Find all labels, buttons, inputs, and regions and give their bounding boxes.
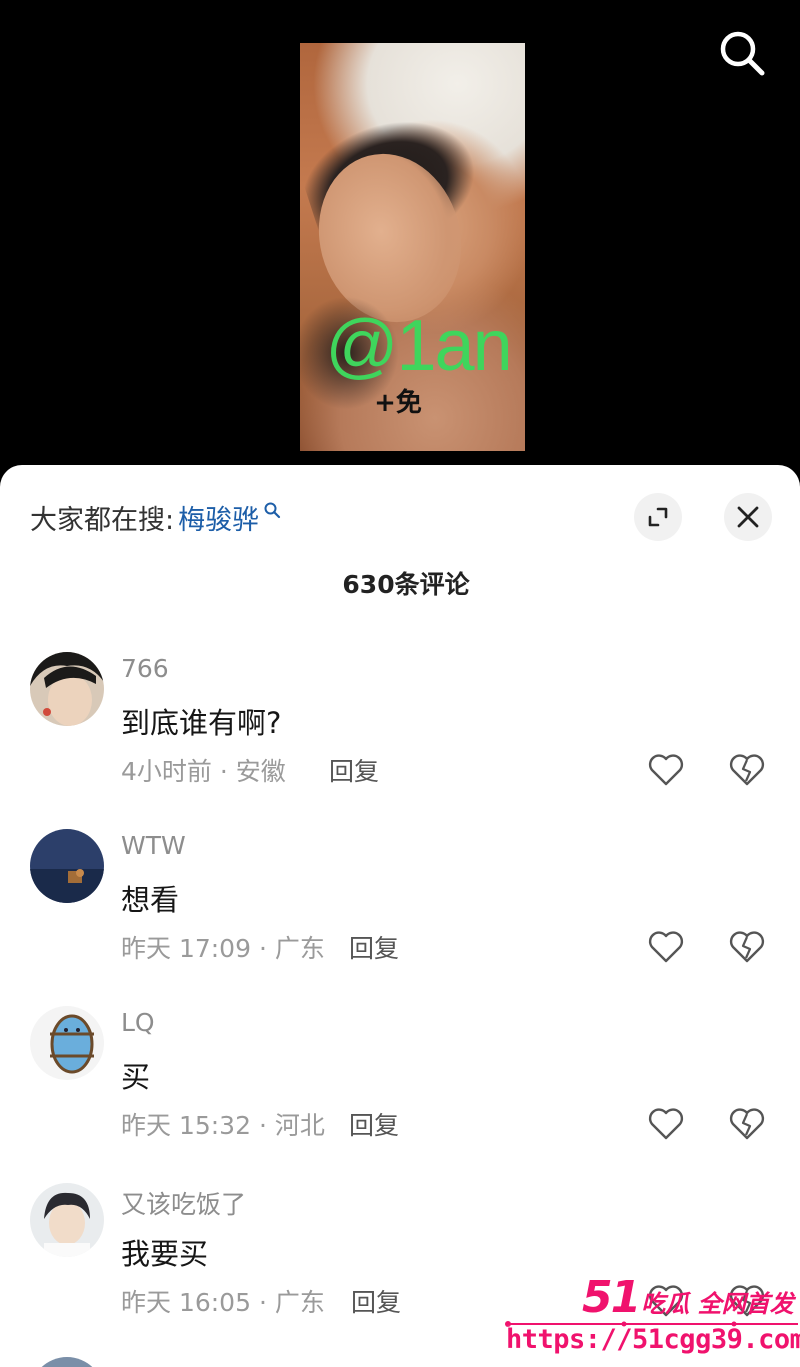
video-player[interactable]: @1an +免 <box>0 0 800 500</box>
avatar-image <box>30 1006 104 1080</box>
comment-item: 766 到底谁有啊? 4小时前 · 安徽 回复 <box>0 652 800 812</box>
avatar[interactable] <box>30 829 104 903</box>
reply-button[interactable]: 回复 <box>329 752 379 788</box>
avatar[interactable] <box>30 1357 104 1367</box>
watermark-brand: 51吃瓜 全网首发 <box>582 1272 797 1324</box>
comment-sheet: 大家都在搜: 梅骏骅 630条评论 766 到底谁有啊? 4小时前 · 安徽 回… <box>0 465 800 1367</box>
avatar-image <box>30 652 104 726</box>
video-overlay-subtext: +免 <box>374 388 422 418</box>
comment-meta: 昨天 17:09 · 广东 <box>121 934 325 963</box>
expand-icon <box>648 507 668 527</box>
search-button[interactable] <box>712 24 772 84</box>
avatar-image <box>30 829 104 903</box>
avatar[interactable] <box>30 652 104 726</box>
search-small-icon <box>264 502 281 519</box>
video-overlay-handle: @1an <box>325 306 512 386</box>
like-button[interactable] <box>646 927 686 967</box>
expand-button[interactable] <box>634 493 682 541</box>
reply-button[interactable]: 回复 <box>349 929 399 965</box>
watermark-brand-number: 51 <box>582 1272 641 1323</box>
heart-icon <box>648 1108 684 1140</box>
comment-text: 到底谁有啊? <box>121 706 282 740</box>
close-icon <box>737 506 759 528</box>
hot-search-term[interactable]: 梅骏骅 <box>178 498 259 537</box>
broken-heart-icon <box>729 931 765 963</box>
broken-heart-icon <box>729 754 765 786</box>
dislike-button[interactable] <box>727 1104 767 1144</box>
hot-search-label: 大家都在搜: <box>30 504 175 536</box>
heart-icon <box>648 931 684 963</box>
reply-button[interactable]: 回复 <box>349 1106 399 1142</box>
like-button[interactable] <box>646 1104 686 1144</box>
dislike-button[interactable] <box>727 750 767 790</box>
reply-button[interactable]: 回复 <box>351 1283 401 1319</box>
comment-meta: 4小时前 · 安徽 <box>121 757 286 786</box>
comment-count: 630条评论 <box>342 570 470 599</box>
avatar[interactable] <box>30 1183 104 1257</box>
comment-meta: 昨天 15:32 · 河北 <box>121 1111 325 1140</box>
broken-heart-icon <box>729 1108 765 1140</box>
search-icon <box>720 31 765 76</box>
close-button[interactable] <box>724 493 772 541</box>
avatar-image <box>30 1183 104 1257</box>
comment-item: LQ 买 昨天 15:32 · 河北 回复 <box>0 1006 800 1166</box>
comment-item: WTW 想看 昨天 17:09 · 广东 回复 <box>0 829 800 989</box>
dislike-button[interactable] <box>727 927 767 967</box>
comment-username[interactable]: 766 <box>121 654 169 683</box>
hot-search-bar[interactable]: 大家都在搜: 梅骏骅 <box>30 498 281 537</box>
comment-username[interactable]: LQ <box>121 1008 155 1037</box>
heart-icon <box>648 754 684 786</box>
comment-text: 想看 <box>121 883 180 917</box>
watermark-url: https://51cgg39.com <box>506 1324 800 1355</box>
comment-text: 我要买 <box>121 1237 209 1271</box>
like-button[interactable] <box>646 750 686 790</box>
comment-username[interactable]: 又该吃饭了 <box>121 1185 246 1221</box>
comment-meta: 昨天 16:05 · 广东 <box>121 1288 325 1317</box>
comment-username[interactable]: WTW <box>121 831 186 860</box>
avatar[interactable] <box>30 1006 104 1080</box>
watermark-brand-text: 吃瓜 全网首发 <box>641 1290 794 1318</box>
comment-text: 买 <box>121 1060 151 1094</box>
